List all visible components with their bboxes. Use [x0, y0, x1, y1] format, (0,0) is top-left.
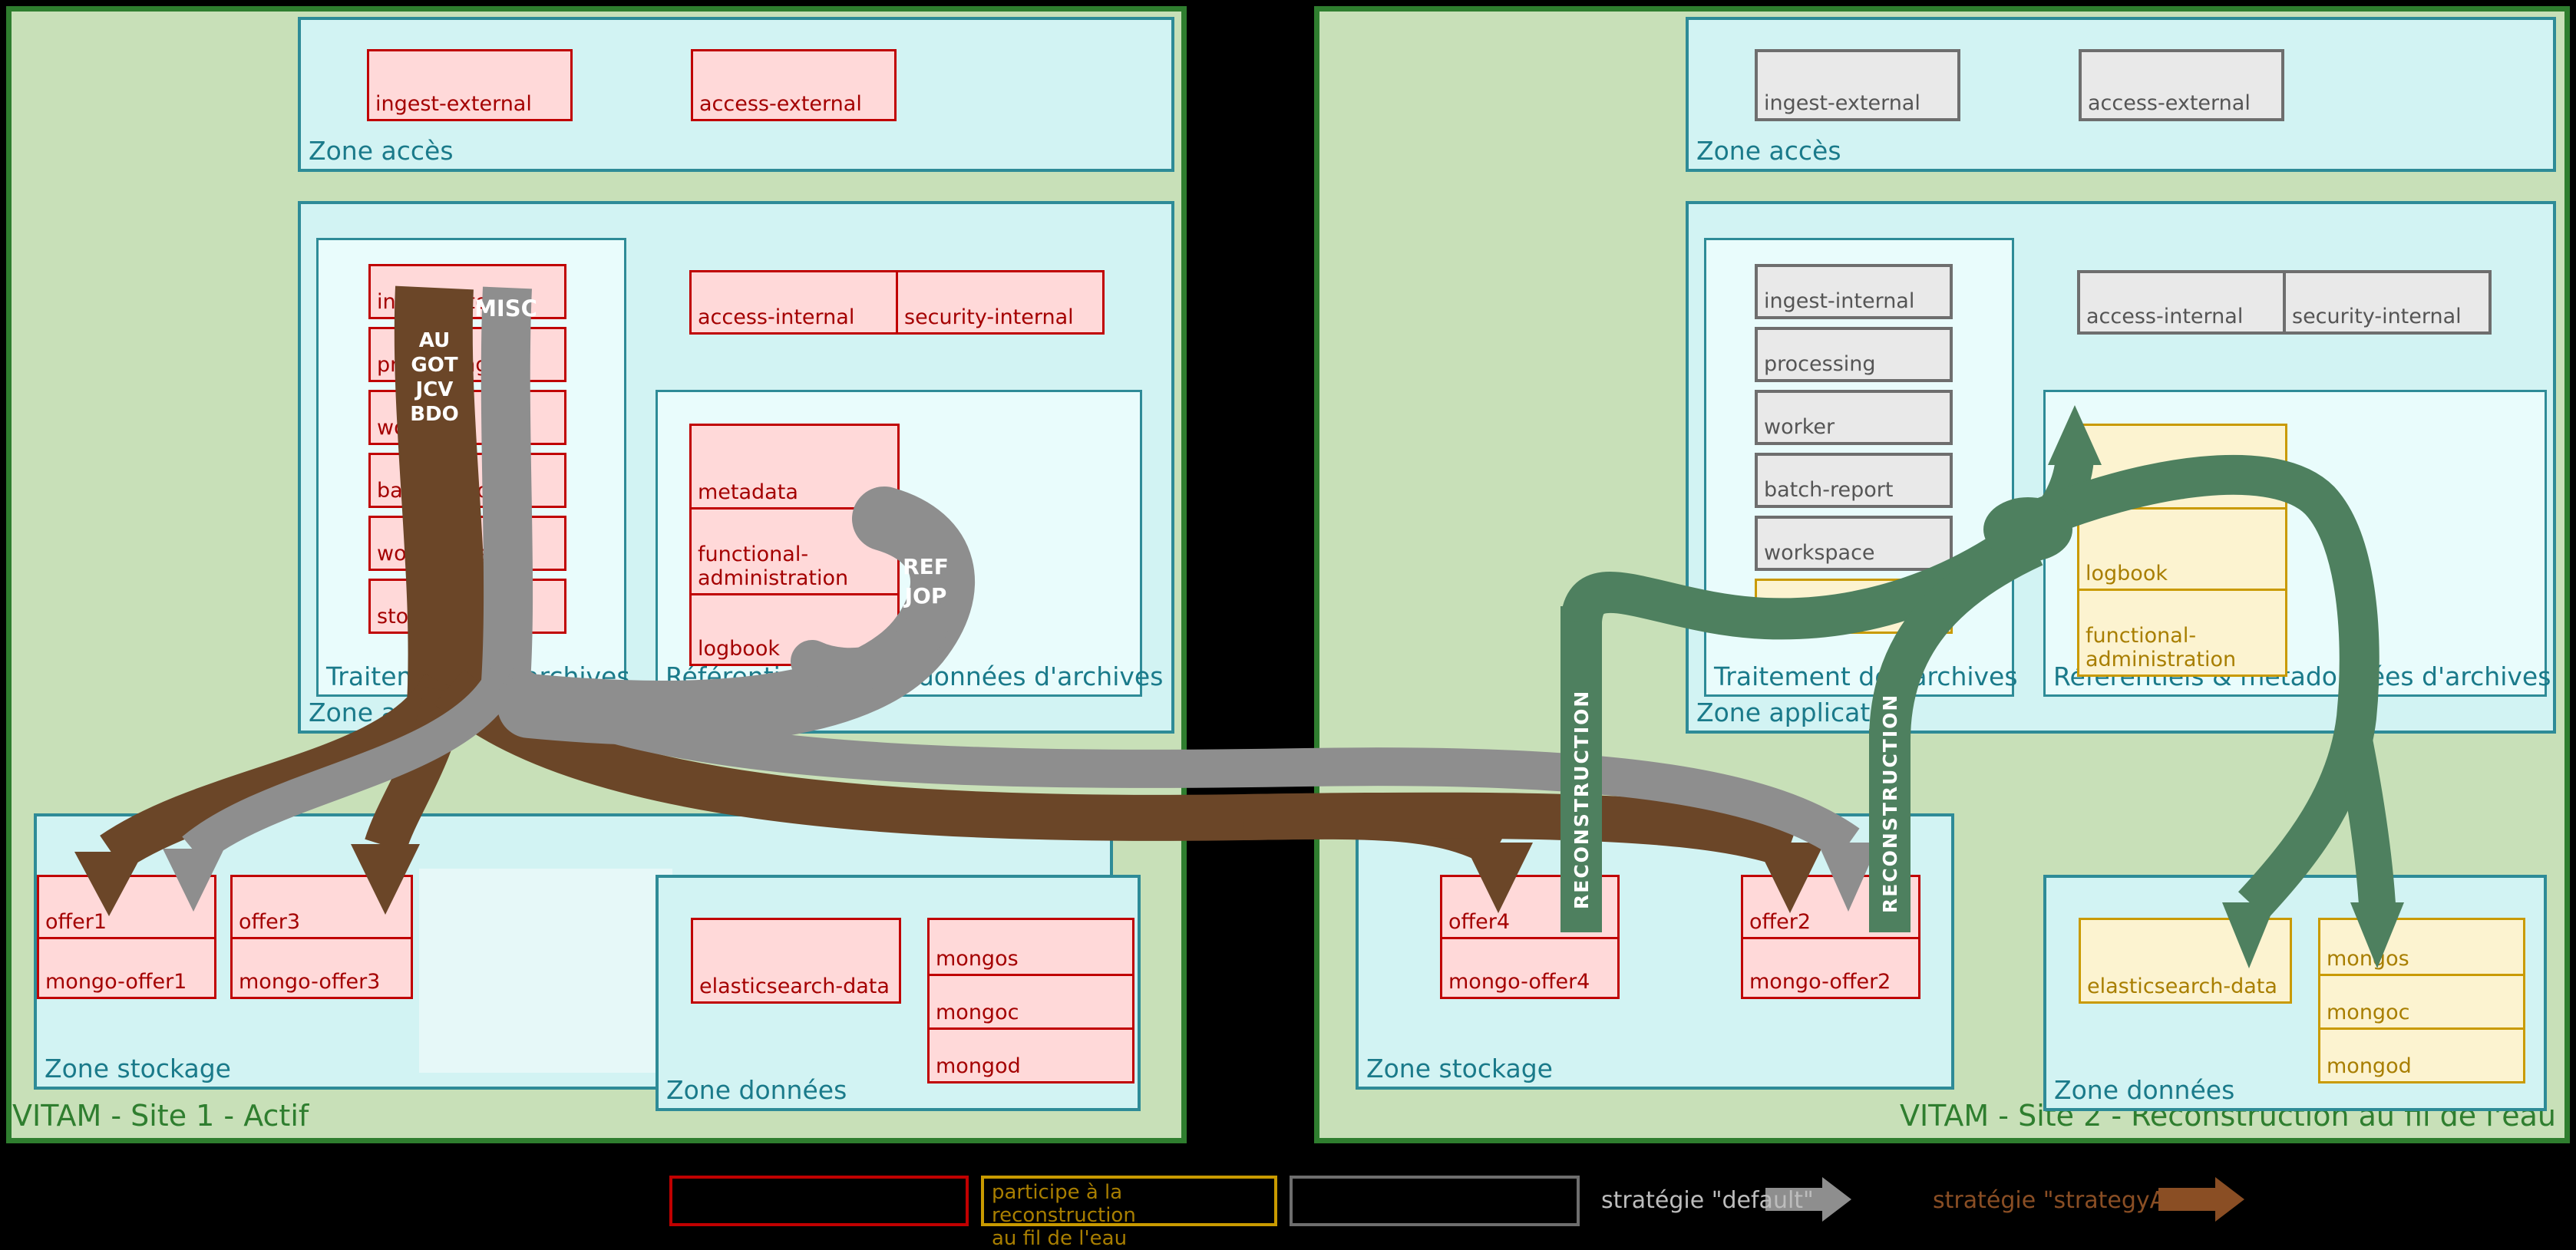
site2-mongo-offer2-cell: mongo-offer2 [1743, 937, 1918, 997]
site2-offer4-column: offer4 mongo-offer4 [1440, 875, 1620, 999]
legend-default-arrow-head [1822, 1177, 1851, 1222]
site1-security-internal-box: security-internal [896, 270, 1105, 335]
site1-title: VITAM - Site 1 - Actif [12, 1100, 309, 1131]
site1-offer3-column: offer3 mongo-offer3 [230, 875, 413, 999]
site1-zone-donnees-label: Zone données [666, 1075, 847, 1105]
site1-mongod-cell: mongod [930, 1027, 1132, 1081]
site1-mongos-cell: mongos [930, 920, 1132, 974]
site2-mongoc-cell: mongoc [2320, 974, 2523, 1027]
site2-offer2-column: offer2 mongo-offer2 [1741, 875, 1920, 999]
site1-worker-box: worker [368, 390, 566, 445]
site2-workspace-box: workspace [1755, 516, 1953, 571]
site1-offer1-column: offer1 mongo-offer1 [37, 875, 216, 999]
site1-ingest-external-box: ingest-external [367, 49, 573, 121]
site2-metadata-cell: metadata [2079, 426, 2285, 507]
site2-offer4-cell: offer4 [1442, 877, 1617, 937]
site2-ingest-internal-box: ingest-internal [1755, 264, 1953, 319]
site1-mongoc-cell: mongoc [930, 974, 1132, 1027]
site1-processing-box: processing [368, 327, 566, 382]
site2-zone-applicative-label: Zone applicative [1696, 698, 1907, 727]
site1-offer3-cell: offer3 [233, 877, 411, 937]
site2-worker-box: worker [1755, 390, 1953, 445]
site2-zone-donnees-label: Zone données [2054, 1075, 2234, 1105]
site1-metadata-cell: metadata [692, 426, 897, 507]
site1-storage-box: storage [368, 579, 566, 634]
site2-access-external-box: access-external [2079, 49, 2284, 121]
site2-security-internal-box: security-internal [2283, 270, 2492, 335]
vitam-architecture-diagram: { "site1": { "title": "VITAM - Site 1 - … [0, 0, 2576, 1231]
site2-functional-administration-cell: functional- administration [2079, 589, 2285, 674]
legend-passif: passif (éteint) [1290, 1176, 1580, 1226]
site2-zone-stockage-label: Zone stockage [1366, 1054, 1553, 1083]
site2-elasticsearch-data-box: elasticsearch-data [2079, 918, 2292, 1004]
site1-mongo-offer1-cell: mongo-offer1 [39, 937, 214, 997]
site1-mongo-stack: mongos mongoc mongod [927, 918, 1134, 1083]
legend-actif: actif [669, 1176, 969, 1226]
site1-batch-report-box: batch-report [368, 453, 566, 508]
site1-access-external-box: access-external [691, 49, 897, 121]
legend-strategy-all-label: stratégie "strategyALL" [1933, 1188, 2201, 1214]
site1-zone-applicative-label: Zone applicative [309, 698, 520, 727]
site2-storage-box: storage [1755, 579, 1953, 634]
site1-ingest-internal-box: ingest-internal [368, 264, 566, 319]
site1-traitement-label: Traitement des archives [326, 661, 630, 691]
site1-logbook-cell: logbook [692, 593, 897, 664]
site2-mongo-offer4-cell: mongo-offer4 [1442, 937, 1617, 997]
site2-mongod-cell: mongod [2320, 1027, 2523, 1081]
site2-referentiels-stack: metadata logbook functional- administrat… [2077, 424, 2287, 677]
legend-participe: participe à la reconstruction au fil de … [981, 1176, 1277, 1226]
site2-batch-report-box: batch-report [1755, 453, 1953, 508]
site2-processing-box: processing [1755, 327, 1953, 382]
site1-elasticsearch-data-box: elasticsearch-data [691, 918, 901, 1004]
site1-functional-administration-cell: functional- administration [692, 507, 897, 593]
site2-access-internal-box: access-internal [2077, 270, 2286, 335]
site2-ingest-external-box: ingest-external [1755, 49, 1960, 121]
site2-traitement-label: Traitement des archives [1714, 661, 2018, 691]
site1-offer1-cell: offer1 [39, 877, 214, 937]
site1-zone-stockage-label: Zone stockage [45, 1054, 231, 1083]
site2-mongos-cell: mongos [2320, 920, 2523, 974]
site1-workspace-box: workspace [368, 516, 566, 571]
site1-zone-acces-label: Zone accès [309, 136, 454, 166]
legend-strategy-default-label: stratégie "default" [1601, 1188, 1814, 1214]
site1-mongo-offer3-cell: mongo-offer3 [233, 937, 411, 997]
site1-access-internal-box: access-internal [689, 270, 898, 335]
site2-offer2-cell: offer2 [1743, 877, 1918, 937]
site2-zone-acces-label: Zone accès [1696, 136, 1841, 166]
site1-stockage-highlight-rect [419, 869, 672, 1073]
legend-strategyall-arrow-head [2215, 1177, 2244, 1222]
site2-mongo-stack: mongos mongoc mongod [2318, 918, 2525, 1083]
site2-logbook-cell: logbook [2079, 507, 2285, 589]
site1-referentiels-stack: metadata functional- administration logb… [689, 424, 900, 666]
